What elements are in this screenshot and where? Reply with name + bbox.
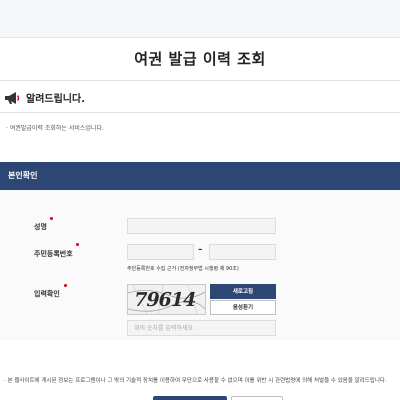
disclaimer-body: 본 웹사이트에 게시된 정보는 프로그램이나 그 밖의 기술적 장치를 이용하여…	[7, 378, 387, 384]
captcha-refresh-button[interactable]: 새로고침	[210, 284, 276, 299]
name-input[interactable]	[127, 218, 276, 234]
rrn-back-input[interactable]	[209, 244, 276, 260]
notice-item: · 여권발급이력 조회하는 서비스입니다.	[6, 125, 104, 132]
title-divider	[0, 80, 400, 81]
captcha-input[interactable]	[127, 320, 276, 336]
notice-title: 알려드립니다.	[26, 93, 85, 105]
notice-divider	[0, 112, 400, 113]
submit-button[interactable]	[153, 396, 227, 400]
disclaimer-text: · 본 웹사이트에 게시된 정보는 프로그램이나 그 밖의 기술적 장치를 이용…	[4, 378, 387, 384]
name-label: 성명	[34, 223, 47, 231]
captcha-code: 79614	[131, 289, 198, 311]
cancel-button[interactable]	[231, 396, 283, 400]
rrn-hint: 주민등록번호 수집 근거 (전자정부법 시행령 제 90조)	[127, 266, 239, 272]
section-header: 본인확인	[0, 162, 400, 190]
rrn-separator: –	[198, 245, 203, 255]
notice-item-text: 여권발급이력 조회하는 서비스입니다.	[9, 125, 104, 132]
rrn-label: 주민등록번호	[34, 250, 73, 258]
rrn-front-input[interactable]	[127, 244, 194, 260]
megaphone-icon	[4, 90, 21, 104]
required-marker	[50, 217, 53, 220]
captcha-audio-button[interactable]: 음성듣기	[210, 300, 276, 315]
required-marker	[76, 243, 79, 246]
required-marker	[64, 284, 67, 287]
notice-header: 알려드립니다.	[4, 89, 85, 105]
captcha-image: 79614	[127, 284, 206, 315]
top-bar	[0, 0, 400, 38]
page-title: 여권 발급 이력 조회	[134, 50, 266, 68]
captcha-label: 입력확인	[34, 290, 60, 298]
